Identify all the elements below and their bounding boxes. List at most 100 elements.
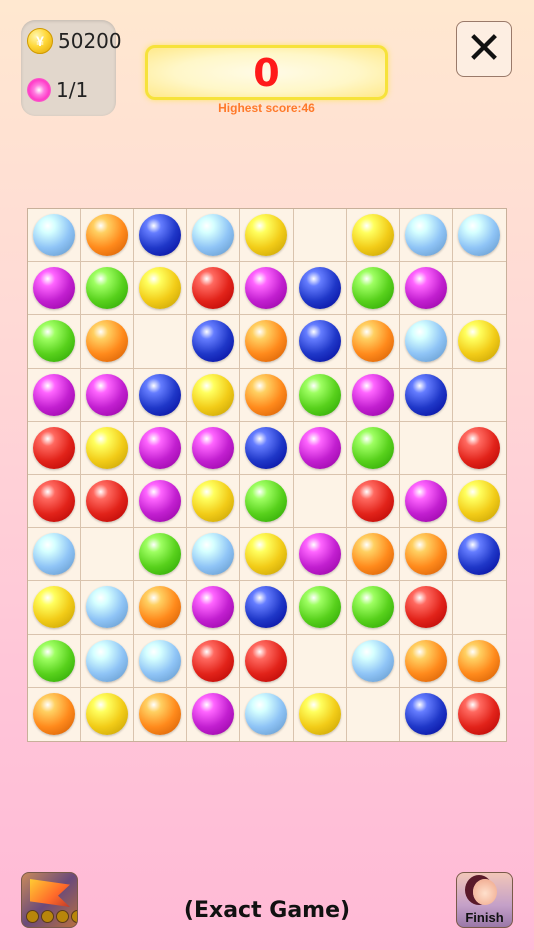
board-cell-r5-c2[interactable] xyxy=(134,475,188,529)
blue-ball[interactable] xyxy=(139,373,182,416)
board-cell-r6-c3[interactable] xyxy=(187,528,241,582)
finish-button[interactable]: Finish xyxy=(456,872,513,928)
lightblue-ball[interactable] xyxy=(86,639,129,682)
purple-ball[interactable] xyxy=(404,480,447,523)
board-cell-r1-c4[interactable] xyxy=(240,262,294,316)
board-cell-r4-c5[interactable] xyxy=(293,421,347,475)
board-cell-r7-c6[interactable] xyxy=(346,581,400,635)
red-ball[interactable] xyxy=(245,639,288,682)
board-cell-r3-c0[interactable] xyxy=(28,368,82,422)
board-cell-r3-c4[interactable] xyxy=(240,368,294,422)
board-cell-r1-c7[interactable] xyxy=(399,262,453,316)
board-cell-r7-c5[interactable] xyxy=(293,581,347,635)
board-cell-r4-c3[interactable] xyxy=(187,421,241,475)
board-cell-r0-c2[interactable] xyxy=(134,209,188,263)
game-board[interactable] xyxy=(27,208,507,742)
board-cell-r9-c1[interactable] xyxy=(81,687,135,741)
orange-ball[interactable] xyxy=(33,693,76,736)
blue-ball[interactable] xyxy=(192,320,235,363)
board-cell-r3-c6[interactable] xyxy=(346,368,400,422)
green-ball[interactable] xyxy=(139,533,182,576)
board-cell-r8-c4[interactable] xyxy=(240,634,294,688)
close-button[interactable]: ✕ xyxy=(456,21,512,77)
board-cell-r5-c5[interactable] xyxy=(293,475,347,529)
purple-ball[interactable] xyxy=(192,586,235,629)
board-cell-r3-c7[interactable] xyxy=(399,368,453,422)
yellow-ball[interactable] xyxy=(298,693,341,736)
purple-ball[interactable] xyxy=(139,426,182,469)
purple-ball[interactable] xyxy=(33,267,76,310)
board-cell-r3-c3[interactable] xyxy=(187,368,241,422)
lightblue-ball[interactable] xyxy=(86,586,129,629)
board-cell-r9-c0[interactable] xyxy=(28,687,82,741)
board-cell-r1-c6[interactable] xyxy=(346,262,400,316)
lightblue-ball[interactable] xyxy=(404,320,447,363)
board-cell-r9-c2[interactable] xyxy=(134,687,188,741)
board-cell-r8-c3[interactable] xyxy=(187,634,241,688)
blue-ball[interactable] xyxy=(245,426,288,469)
board-cell-r5-c0[interactable] xyxy=(28,475,82,529)
orange-ball[interactable] xyxy=(351,533,394,576)
board-cell-r8-c7[interactable] xyxy=(399,634,453,688)
yellow-ball[interactable] xyxy=(245,533,288,576)
board-cell-r8-c5[interactable] xyxy=(293,634,347,688)
board-cell-r8-c6[interactable] xyxy=(346,634,400,688)
lightblue-ball[interactable] xyxy=(33,214,76,257)
board-cell-r7-c0[interactable] xyxy=(28,581,82,635)
board-cell-r8-c8[interactable] xyxy=(452,634,506,688)
board-cell-r6-c1[interactable] xyxy=(81,528,135,582)
purple-ball[interactable] xyxy=(192,426,235,469)
board-cell-r2-c4[interactable] xyxy=(240,315,294,369)
yellow-ball[interactable] xyxy=(458,320,501,363)
orange-ball[interactable] xyxy=(245,373,288,416)
board-cell-r1-c8[interactable] xyxy=(452,262,506,316)
board-cell-r0-c4[interactable] xyxy=(240,209,294,263)
yellow-ball[interactable] xyxy=(86,426,129,469)
purple-ball[interactable] xyxy=(245,267,288,310)
board-cell-r9-c7[interactable] xyxy=(399,687,453,741)
red-ball[interactable] xyxy=(192,639,235,682)
board-cell-r3-c1[interactable] xyxy=(81,368,135,422)
board-cell-r5-c3[interactable] xyxy=(187,475,241,529)
yellow-ball[interactable] xyxy=(86,693,129,736)
red-ball[interactable] xyxy=(404,586,447,629)
board-cell-r6-c7[interactable] xyxy=(399,528,453,582)
board-cell-r5-c7[interactable] xyxy=(399,475,453,529)
board-cell-r9-c4[interactable] xyxy=(240,687,294,741)
board-cell-r2-c7[interactable] xyxy=(399,315,453,369)
board-cell-r9-c3[interactable] xyxy=(187,687,241,741)
purple-ball[interactable] xyxy=(351,373,394,416)
board-cell-r5-c6[interactable] xyxy=(346,475,400,529)
board-cell-r1-c5[interactable] xyxy=(293,262,347,316)
purple-ball[interactable] xyxy=(298,533,341,576)
board-cell-r4-c6[interactable] xyxy=(346,421,400,475)
green-ball[interactable] xyxy=(351,267,394,310)
board-cell-r6-c4[interactable] xyxy=(240,528,294,582)
board-cell-r0-c3[interactable] xyxy=(187,209,241,263)
board-cell-r4-c4[interactable] xyxy=(240,421,294,475)
orange-ball[interactable] xyxy=(139,693,182,736)
orange-ball[interactable] xyxy=(404,533,447,576)
board-cell-r8-c1[interactable] xyxy=(81,634,135,688)
yellow-ball[interactable] xyxy=(458,480,501,523)
red-ball[interactable] xyxy=(192,267,235,310)
purple-ball[interactable] xyxy=(404,267,447,310)
board-cell-r7-c8[interactable] xyxy=(452,581,506,635)
blue-ball[interactable] xyxy=(458,533,501,576)
board-cell-r4-c7[interactable] xyxy=(399,421,453,475)
board-cell-r8-c2[interactable] xyxy=(134,634,188,688)
purple-ball[interactable] xyxy=(86,373,129,416)
purple-ball[interactable] xyxy=(298,426,341,469)
board-cell-r2-c8[interactable] xyxy=(452,315,506,369)
board-cell-r5-c4[interactable] xyxy=(240,475,294,529)
board-cell-r2-c1[interactable] xyxy=(81,315,135,369)
board-cell-r2-c6[interactable] xyxy=(346,315,400,369)
red-ball[interactable] xyxy=(351,480,394,523)
board-cell-r6-c0[interactable] xyxy=(28,528,82,582)
red-ball[interactable] xyxy=(33,426,76,469)
board-cell-r1-c2[interactable] xyxy=(134,262,188,316)
orange-ball[interactable] xyxy=(458,639,501,682)
board-cell-r0-c6[interactable] xyxy=(346,209,400,263)
blue-ball[interactable] xyxy=(404,693,447,736)
purple-ball[interactable] xyxy=(33,373,76,416)
